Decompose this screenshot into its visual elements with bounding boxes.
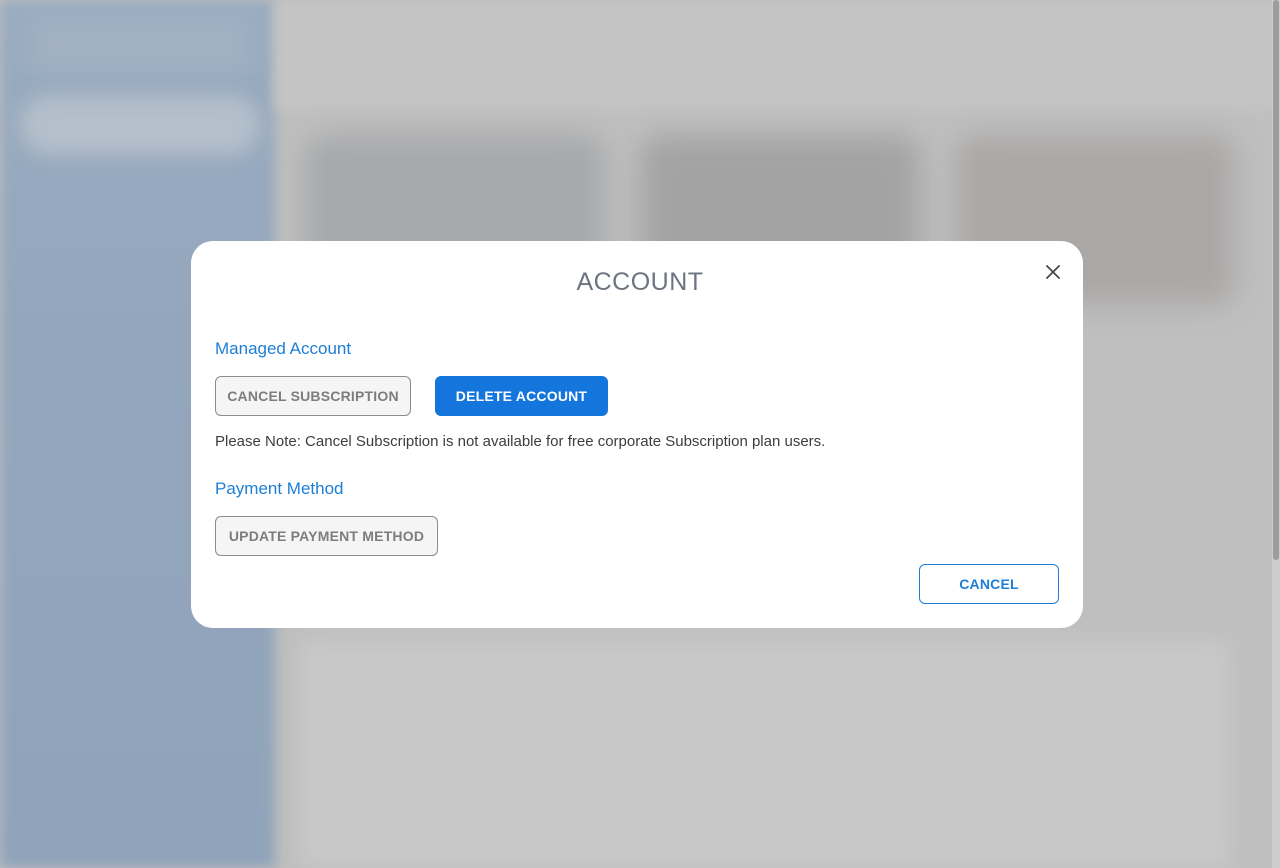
background-logo xyxy=(30,20,250,70)
managed-account-heading: Managed Account xyxy=(215,339,352,358)
background-sidebar-item xyxy=(20,95,260,155)
cancel-button[interactable]: CANCEL xyxy=(919,564,1059,604)
close-button[interactable] xyxy=(1042,262,1064,284)
background-content xyxy=(300,640,1230,868)
background-header xyxy=(275,0,1280,110)
subscription-note: Please Note: Cancel Subscription is not … xyxy=(215,433,826,450)
modal-title: ACCOUNT xyxy=(576,268,704,296)
update-payment-method-button[interactable]: UPDATE PAYMENT METHOD xyxy=(215,516,438,556)
cancel-subscription-button[interactable]: CANCEL SUBSCRIPTION xyxy=(215,376,411,416)
close-icon[interactable] xyxy=(1046,264,1060,282)
page-scrollbar[interactable] xyxy=(1272,0,1280,868)
payment-method-heading: Payment Method xyxy=(215,479,344,498)
delete-account-button[interactable]: DELETE ACCOUNT xyxy=(435,376,608,416)
